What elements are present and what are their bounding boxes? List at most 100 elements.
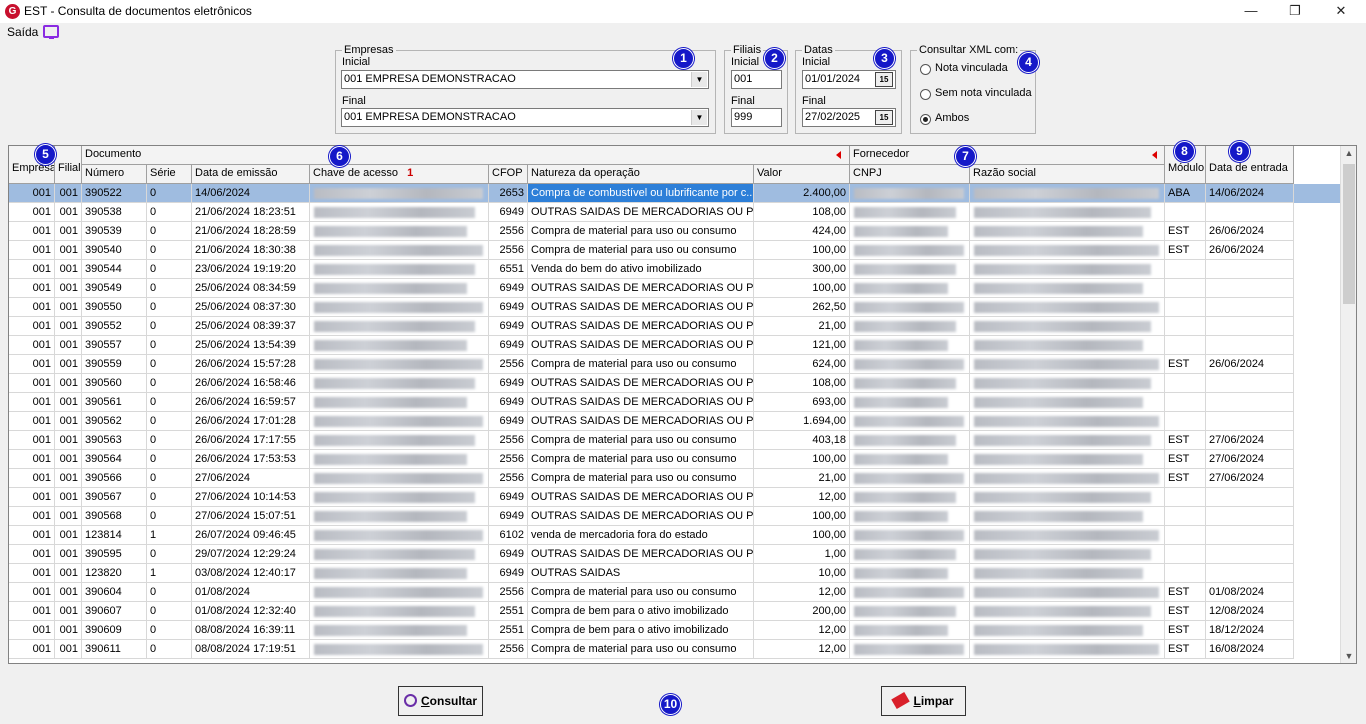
cell-cnpj[interactable] [850,469,970,488]
cell-cnpj[interactable] [850,507,970,526]
cell-empresa[interactable]: 001 [9,621,55,640]
cell-filial[interactable]: 001 [55,279,82,298]
cell-natureza[interactable]: Compra de material para uso ou consumo [528,450,754,469]
cell-modulo[interactable] [1165,336,1206,355]
cell-empresa[interactable]: 001 [9,298,55,317]
cell-empresa[interactable]: 001 [9,279,55,298]
cell-entrada[interactable] [1206,336,1294,355]
col-natureza-header[interactable]: Natureza da operação [528,165,754,184]
table-row[interactable]: 001 001 390604 0 01/08/2024 2556 Compra de mat… [9,583,1341,602]
cell-modulo[interactable] [1165,279,1206,298]
cell-empresa[interactable]: 001 [9,583,55,602]
cell-natureza[interactable]: OUTRAS SAIDAS DE MERCADORIAS OU PR... [528,374,754,393]
cell-chave[interactable] [310,203,489,222]
table-row[interactable]: 001 001 390559 0 26/06/2024 15:57:28 2556 Comp… [9,355,1341,374]
empresa-final-select[interactable]: 001 EMPRESA DEMONSTRACAO ▼ [341,108,709,127]
cell-entrada[interactable] [1206,279,1294,298]
cell-cfop[interactable]: 2556 [489,241,528,260]
cell-razao[interactable] [970,583,1165,602]
cell-data[interactable]: 14/06/2024 [192,184,310,203]
cell-data[interactable]: 23/06/2024 19:19:20 [192,260,310,279]
cell-cfop[interactable]: 2556 [489,583,528,602]
cell-modulo[interactable] [1165,564,1206,583]
cell-entrada[interactable] [1206,203,1294,222]
table-row[interactable]: 001 001 390538 0 21/06/2024 18:23:51 6949 OUTR… [9,203,1341,222]
cell-chave[interactable] [310,374,489,393]
cell-data[interactable]: 25/06/2024 13:54:39 [192,336,310,355]
cell-chave[interactable] [310,222,489,241]
cell-razao[interactable] [970,260,1165,279]
cell-data[interactable]: 26/06/2024 16:59:57 [192,393,310,412]
cell-numero[interactable]: 390563 [82,431,147,450]
cell-chave[interactable] [310,564,489,583]
cell-natureza[interactable]: Compra de material para uso ou consumo [528,355,754,374]
cell-serie[interactable]: 1 [147,564,192,583]
cell-razao[interactable] [970,241,1165,260]
cell-filial[interactable]: 001 [55,336,82,355]
cell-empresa[interactable]: 001 [9,374,55,393]
cell-serie[interactable]: 0 [147,488,192,507]
cell-natureza[interactable]: OUTRAS SAIDAS DE MERCADORIAS OU PR... [528,298,754,317]
cell-modulo[interactable]: EST [1165,602,1206,621]
cell-chave[interactable] [310,621,489,640]
cell-data[interactable]: 27/06/2024 [192,469,310,488]
cell-serie[interactable]: 0 [147,545,192,564]
cell-valor[interactable]: 262,50 [754,298,850,317]
cell-valor[interactable]: 100,00 [754,241,850,260]
cell-razao[interactable] [970,279,1165,298]
cell-natureza[interactable]: OUTRAS SAIDAS DE MERCADORIAS OU PR... [528,412,754,431]
cell-serie[interactable]: 0 [147,374,192,393]
cell-serie[interactable]: 0 [147,450,192,469]
cell-serie[interactable]: 0 [147,469,192,488]
cell-entrada[interactable]: 16/08/2024 [1206,640,1294,659]
cell-entrada[interactable] [1206,317,1294,336]
cell-cnpj[interactable] [850,583,970,602]
cell-modulo[interactable]: EST [1165,355,1206,374]
cell-natureza[interactable]: Venda do bem do ativo imobilizado [528,260,754,279]
cell-cfop[interactable]: 6949 [489,203,528,222]
cell-chave[interactable] [310,602,489,621]
col-chave-header[interactable]: Chave de acesso 1 [310,165,489,184]
cell-razao[interactable] [970,203,1165,222]
cell-cnpj[interactable] [850,393,970,412]
cell-serie[interactable]: 0 [147,184,192,203]
col-data-emissao-header[interactable]: Data de emissão [192,165,310,184]
cell-razao[interactable] [970,431,1165,450]
cell-natureza[interactable]: OUTRAS SAIDAS DE MERCADORIAS OU PR... [528,507,754,526]
cell-serie[interactable]: 0 [147,260,192,279]
col-numero-header[interactable]: Número [82,165,147,184]
cell-serie[interactable]: 0 [147,412,192,431]
cell-empresa[interactable]: 001 [9,222,55,241]
cell-cnpj[interactable] [850,450,970,469]
cell-razao[interactable] [970,374,1165,393]
cell-valor[interactable]: 21,00 [754,469,850,488]
cell-empresa[interactable]: 001 [9,450,55,469]
cell-filial[interactable]: 001 [55,222,82,241]
cell-filial[interactable]: 001 [55,621,82,640]
cell-chave[interactable] [310,583,489,602]
cell-numero[interactable]: 390557 [82,336,147,355]
cell-natureza[interactable]: OUTRAS SAIDAS DE MERCADORIAS OU PR... [528,545,754,564]
cell-serie[interactable]: 0 [147,222,192,241]
restore-button[interactable]: ❐ [1272,0,1318,23]
cell-razao[interactable] [970,222,1165,241]
cell-cfop[interactable]: 6949 [489,279,528,298]
cell-cfop[interactable]: 6102 [489,526,528,545]
scroll-up-icon[interactable]: ▲ [1341,148,1356,158]
cell-cnpj[interactable] [850,602,970,621]
cell-cnpj[interactable] [850,317,970,336]
cell-filial[interactable]: 001 [55,393,82,412]
cell-empresa[interactable]: 001 [9,355,55,374]
cell-serie[interactable]: 0 [147,602,192,621]
table-row[interactable]: 001 001 123820 1 03/08/2024 12:40:17 6949 OUTR… [9,564,1341,583]
cell-cnpj[interactable] [850,526,970,545]
cell-modulo[interactable]: EST [1165,222,1206,241]
cell-cfop[interactable]: 6949 [489,507,528,526]
cell-serie[interactable]: 0 [147,336,192,355]
cell-filial[interactable]: 001 [55,355,82,374]
cell-razao[interactable] [970,526,1165,545]
cell-data[interactable]: 26/07/2024 09:46:45 [192,526,310,545]
cell-data[interactable]: 25/06/2024 08:37:30 [192,298,310,317]
filial-inicial-input[interactable]: 001 [731,70,782,89]
table-row[interactable]: 001 001 390561 0 26/06/2024 16:59:57 6949 OUTR… [9,393,1341,412]
